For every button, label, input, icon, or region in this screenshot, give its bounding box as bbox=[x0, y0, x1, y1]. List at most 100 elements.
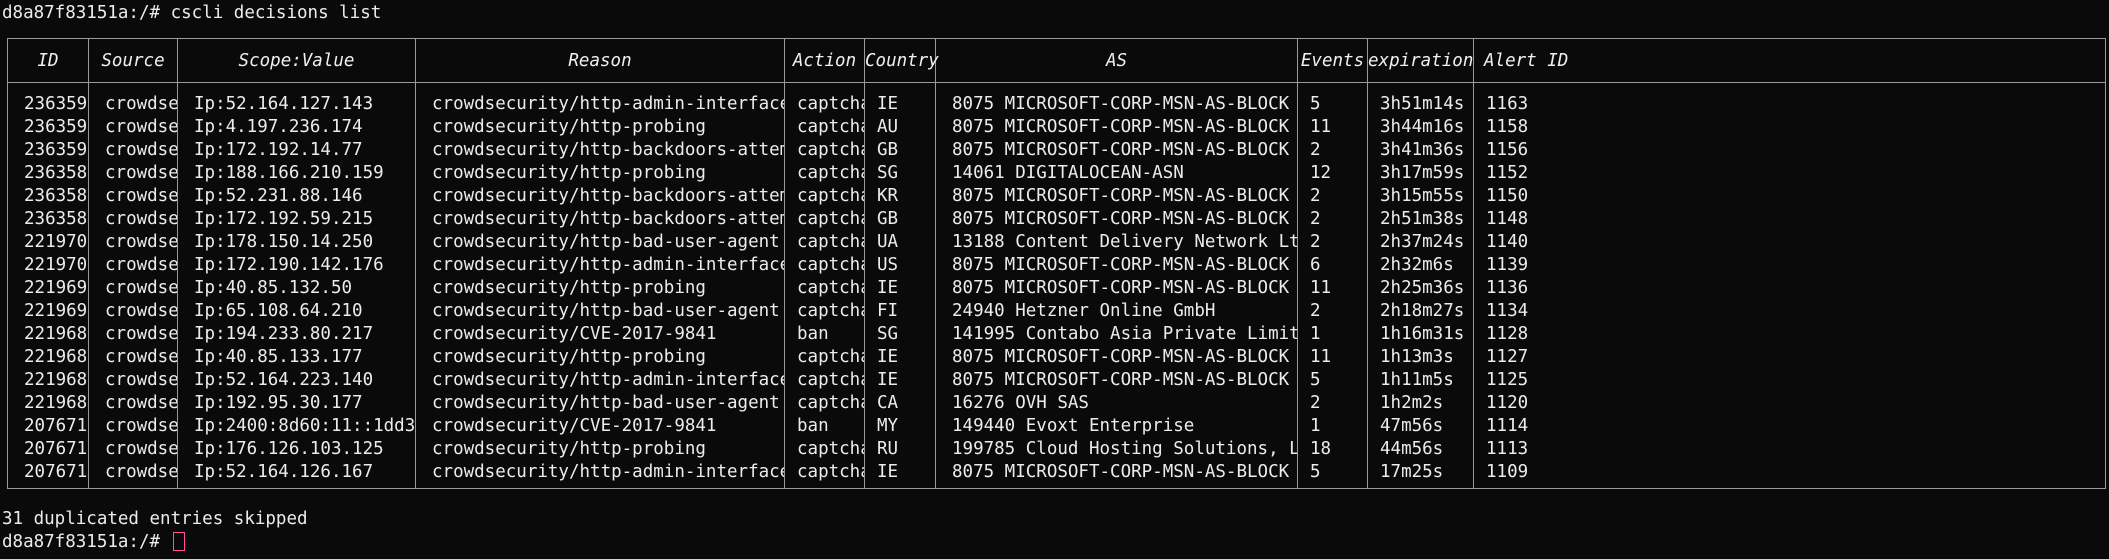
cell-country: UA bbox=[864, 231, 936, 254]
cell-events: 2 bbox=[1297, 392, 1368, 415]
cell-action: captcha bbox=[784, 392, 865, 415]
cell-reason: crowdsecurity/http-bad-user-agent bbox=[415, 392, 785, 415]
prompt-text: d8a87f83151a:/# bbox=[2, 532, 171, 552]
cell-as: 24940 Hetzner Online GmbH bbox=[935, 300, 1298, 323]
cell-events: 2 bbox=[1297, 139, 1368, 162]
terminal-window[interactable]: d8a87f83151a:/# cscli decisions list ID … bbox=[0, 0, 2109, 559]
cell-id: 2219701 bbox=[7, 231, 89, 254]
cell-alert-id: 1127 bbox=[1473, 346, 2106, 369]
cell-id: 2363597 bbox=[7, 82, 89, 116]
cell-alert-id: 1140 bbox=[1473, 231, 2106, 254]
cell-reason: crowdsecurity/http-probing bbox=[415, 277, 785, 300]
cell-events: 5 bbox=[1297, 461, 1368, 489]
command-line: d8a87f83151a:/# cscli decisions list bbox=[2, 3, 382, 23]
cell-as: 8075 MICROSOFT-CORP-MSN-AS-BLOCK bbox=[935, 208, 1298, 231]
cell-alert-id: 1152 bbox=[1473, 162, 2106, 185]
cell-alert-id: 1120 bbox=[1473, 392, 2106, 415]
cell-scope-value: Ip:172.190.142.176 bbox=[177, 254, 416, 277]
cell-source: crowdsec bbox=[88, 438, 178, 461]
cell-events: 2 bbox=[1297, 185, 1368, 208]
cell-scope-value: Ip:65.108.64.210 bbox=[177, 300, 416, 323]
cell-country: AU bbox=[864, 116, 936, 139]
cell-expiration: 2h51m38s bbox=[1367, 208, 1474, 231]
table-row: 2219688crowdsecIp:40.85.133.177crowdsecu… bbox=[7, 346, 2106, 369]
cell-events: 2 bbox=[1297, 231, 1368, 254]
cell-action: captcha bbox=[784, 346, 865, 369]
cell-country: KR bbox=[864, 185, 936, 208]
cell-as: 8075 MICROSOFT-CORP-MSN-AS-BLOCK bbox=[935, 116, 1298, 139]
cell-events: 11 bbox=[1297, 116, 1368, 139]
cell-alert-id: 1128 bbox=[1473, 323, 2106, 346]
cell-alert-id: 1136 bbox=[1473, 277, 2106, 300]
cell-as: 8075 MICROSOFT-CORP-MSN-AS-BLOCK bbox=[935, 139, 1298, 162]
cell-alert-id: 1125 bbox=[1473, 369, 2106, 392]
cell-id: 2363586 bbox=[7, 162, 89, 185]
cell-scope-value: Ip:172.192.14.77 bbox=[177, 139, 416, 162]
cell-reason: crowdsecurity/CVE-2017-9841 bbox=[415, 415, 785, 438]
decisions-table: ID Source Scope:Value Reason Action Coun… bbox=[7, 38, 2106, 489]
cell-expiration: 2h25m36s bbox=[1367, 277, 1474, 300]
cell-expiration: 3h17m59s bbox=[1367, 162, 1474, 185]
cell-events: 11 bbox=[1297, 346, 1368, 369]
prompt-line[interactable]: d8a87f83151a:/# bbox=[2, 531, 185, 554]
cell-as: 16276 OVH SAS bbox=[935, 392, 1298, 415]
cell-expiration: 1h16m31s bbox=[1367, 323, 1474, 346]
cell-source: crowdsec bbox=[88, 162, 178, 185]
cell-scope-value: Ip:40.85.132.50 bbox=[177, 277, 416, 300]
cell-expiration: 2h18m27s bbox=[1367, 300, 1474, 323]
cell-as: 141995 Contabo Asia Private Limited bbox=[935, 323, 1298, 346]
cell-action: captcha bbox=[784, 461, 865, 489]
cell-source: crowdsec bbox=[88, 346, 178, 369]
cell-reason: crowdsecurity/http-bad-user-agent bbox=[415, 300, 785, 323]
cell-alert-id: 1150 bbox=[1473, 185, 2106, 208]
cell-expiration: 1h11m5s bbox=[1367, 369, 1474, 392]
cell-id: 2219695 bbox=[7, 300, 89, 323]
table-row: 2363592crowdsecIp:4.197.236.174crowdsecu… bbox=[7, 116, 2106, 139]
cell-scope-value: Ip:172.192.59.215 bbox=[177, 208, 416, 231]
cell-as: 199785 Cloud Hosting Solutions, Limited. bbox=[935, 438, 1298, 461]
cell-as: 8075 MICROSOFT-CORP-MSN-AS-BLOCK bbox=[935, 461, 1298, 489]
cell-reason: crowdsecurity/http-backdoors-attempts bbox=[415, 208, 785, 231]
table-row: 2076718crowdsecIp:2400:8d60:11::1dd3:10d… bbox=[7, 415, 2106, 438]
table-row: 2219701crowdsecIp:178.150.14.250crowdsec… bbox=[7, 231, 2106, 254]
header-scope-value: Scope:Value bbox=[177, 38, 416, 83]
cell-source: crowdsec bbox=[88, 185, 178, 208]
cell-country: IE bbox=[864, 277, 936, 300]
cell-reason: crowdsecurity/http-admin-interface-probi… bbox=[415, 461, 785, 489]
cell-id: 2219681 bbox=[7, 392, 89, 415]
cell-action: captcha bbox=[784, 82, 865, 116]
cell-source: crowdsec bbox=[88, 415, 178, 438]
cell-events: 2 bbox=[1297, 208, 1368, 231]
cell-as: 8075 MICROSOFT-CORP-MSN-AS-BLOCK bbox=[935, 82, 1298, 116]
header-action: Action bbox=[784, 38, 865, 83]
cell-reason: crowdsecurity/http-probing bbox=[415, 116, 785, 139]
cell-id: 2076718 bbox=[7, 415, 89, 438]
cell-reason: crowdsecurity/http-admin-interface-probi… bbox=[415, 369, 785, 392]
skipped-entries-message: 31 duplicated entries skipped bbox=[2, 509, 308, 529]
table-row: 2363586crowdsecIp:188.166.210.159crowdse… bbox=[7, 162, 2106, 185]
cell-source: crowdsec bbox=[88, 461, 178, 489]
cell-events: 11 bbox=[1297, 277, 1368, 300]
cell-country: MY bbox=[864, 415, 936, 438]
cell-as: 13188 Content Delivery Network Ltd bbox=[935, 231, 1298, 254]
cell-action: captcha bbox=[784, 162, 865, 185]
table-row: 2363597crowdsecIp:52.164.127.143crowdsec… bbox=[7, 82, 2106, 116]
cell-scope-value: Ip:194.233.80.217 bbox=[177, 323, 416, 346]
cell-action: captcha bbox=[784, 231, 865, 254]
cell-reason: crowdsecurity/http-admin-interface-probi… bbox=[415, 82, 785, 116]
cell-scope-value: Ip:188.166.210.159 bbox=[177, 162, 416, 185]
cell-action: captcha bbox=[784, 369, 865, 392]
header-events: Events bbox=[1297, 38, 1368, 83]
cell-source: crowdsec bbox=[88, 116, 178, 139]
cell-id: 2219686 bbox=[7, 369, 89, 392]
table-row: 2363584crowdsecIp:52.231.88.146crowdsecu… bbox=[7, 185, 2106, 208]
header-country: Country bbox=[864, 38, 939, 83]
cell-source: crowdsec bbox=[88, 392, 178, 415]
cell-scope-value: Ip:52.164.223.140 bbox=[177, 369, 416, 392]
cell-reason: crowdsecurity/http-admin-interface-probi… bbox=[415, 254, 785, 277]
cell-as: 8075 MICROSOFT-CORP-MSN-AS-BLOCK bbox=[935, 254, 1298, 277]
cell-id: 2219689 bbox=[7, 323, 89, 346]
cell-reason: crowdsecurity/http-probing bbox=[415, 346, 785, 369]
cell-as: 8075 MICROSOFT-CORP-MSN-AS-BLOCK bbox=[935, 346, 1298, 369]
cell-country: CA bbox=[864, 392, 936, 415]
